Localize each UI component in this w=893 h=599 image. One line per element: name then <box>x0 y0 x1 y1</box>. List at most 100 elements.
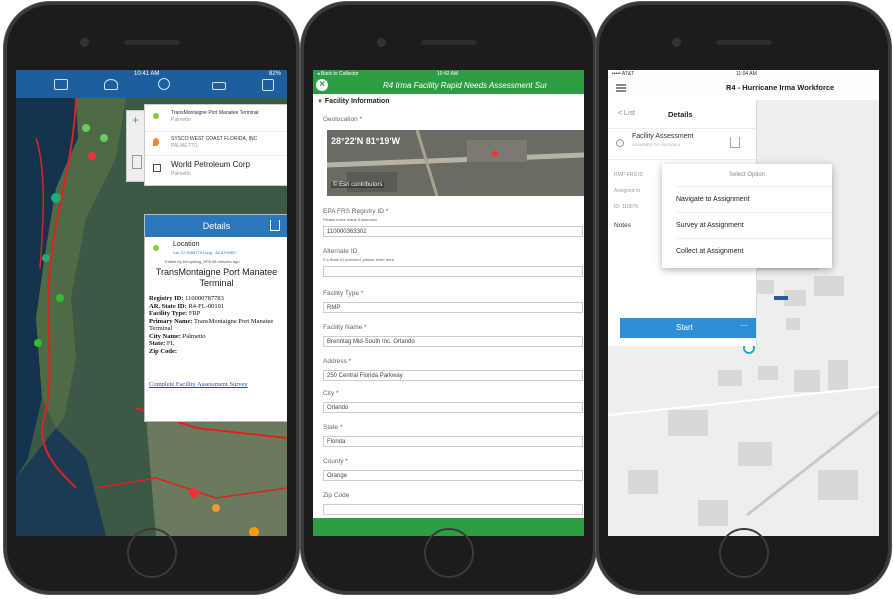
assignment-title: Facility Assessment <box>632 133 694 140</box>
field-label: State * <box>323 424 343 431</box>
share-icon[interactable] <box>270 220 280 231</box>
status-time: 10:41 AM <box>134 71 160 77</box>
location-coords[interactable]: Lat: 27.6068779 Long: -82.5709957 <box>173 250 237 255</box>
more-icon[interactable]: ⋯ <box>740 321 748 330</box>
zoom-in-icon[interactable]: + <box>132 113 139 127</box>
road <box>608 385 879 417</box>
map-toolbar: 10:41 AM 82% <box>16 70 287 98</box>
basemap-icon[interactable] <box>212 82 226 90</box>
app-title: R4 - Hurricane Irma Workforce <box>726 83 835 92</box>
field-label: EPA FRS Registry ID * <box>323 208 389 215</box>
screen: ••••• AT&T 11:04 AM R4 - Hurricane Irma … <box>608 70 879 536</box>
home-button[interactable] <box>126 528 177 578</box>
geolocation-map[interactable]: 28°22'N 81°19'W © Esri contributors <box>326 129 584 197</box>
facility-name: TransMontaigne Port Manatee Terminal <box>155 267 278 288</box>
field-hint: If a State ID provided, please enter her… <box>323 257 394 262</box>
status-carrier: ••••• AT&T <box>612 71 635 77</box>
result-subtitle: Palmetto <box>171 117 191 123</box>
field-label: Address * <box>323 358 352 365</box>
select-option-menu: Select Option Navigate to Assignment Sur… <box>662 164 832 268</box>
speaker <box>715 40 772 45</box>
field-label: City * <box>323 390 339 397</box>
map-book-icon[interactable] <box>54 79 68 90</box>
result-item[interactable]: World Petroleum Corp Palmetto <box>145 155 287 182</box>
details-title: Details <box>668 110 693 119</box>
alternate-id-input[interactable] <box>323 266 583 277</box>
assignment-marker[interactable] <box>774 296 788 300</box>
edit-info: Edited by bill.spiking_EPA 58 minutes ag… <box>165 259 240 264</box>
collapse-icon: ▼ <box>317 99 323 105</box>
home-button[interactable] <box>423 528 474 578</box>
camera <box>376 38 386 47</box>
field-label: ID: 110079 <box>614 204 639 210</box>
location-label: Location <box>173 241 200 248</box>
status-time: 10:42 AM <box>437 71 459 77</box>
address-input[interactable]: 250 Central Florida Parkway <box>323 370 583 381</box>
assignment-item[interactable]: Facility Assessment ASSIGNED TO: REGION … <box>608 128 756 160</box>
result-item[interactable]: TransMontaigne Port Manatee Terminal Pal… <box>145 107 287 131</box>
status-battery: 82% <box>268 71 281 77</box>
facility-marker-icon <box>153 138 159 146</box>
facility-type-input[interactable]: RMP <box>323 302 583 313</box>
section-title: Facility Information <box>324 98 390 105</box>
start-button[interactable]: Start ⋯ <box>620 318 756 338</box>
notes-label: Notes <box>614 222 631 229</box>
survey-link[interactable]: Complete Facility Assessment Survey <box>149 381 248 388</box>
collect-option[interactable]: Collect at Assignment <box>676 238 832 265</box>
registry-id-input[interactable]: 110000363302 <box>323 226 583 237</box>
facility-name-input[interactable]: Brenntag Mid-South Inc. Orlando <box>323 336 583 347</box>
result-title: SYSCO WEST COAST FLORIDA, INC <box>171 136 258 142</box>
back-to-collector-link[interactable]: ◂ Back to Collector <box>317 71 359 77</box>
menu-icon[interactable] <box>616 84 626 86</box>
result-title: World Petroleum Corp <box>171 160 250 169</box>
county-input[interactable]: Orange <box>323 470 583 481</box>
field-label: Facility Type * <box>323 290 364 297</box>
field-label: Alternate ID <box>323 248 358 255</box>
screen: ◂ Back to Collector 10:42 AM × R4 Irma F… <box>313 70 584 536</box>
bookmark-icon[interactable] <box>132 155 142 169</box>
attr-row: City Name: Palmetto <box>149 332 206 340</box>
phone-collector-map: 10:41 AM 82% + TransMontaigne Port Manat… <box>4 2 299 594</box>
speaker <box>123 40 180 45</box>
assignment-icon <box>616 139 624 147</box>
map-attribution: © Esri contributors <box>331 182 385 188</box>
attribute-list: Registry ID: 110000787783 AR. State ID: … <box>149 295 281 355</box>
result-item[interactable]: SYSCO WEST COAST FLORIDA, INC PALMETTO <box>145 131 287 156</box>
details-title: Details <box>202 221 231 231</box>
close-icon[interactable]: × <box>316 79 328 91</box>
survey-option[interactable]: Survey at Assignment <box>676 212 832 239</box>
facility-marker-icon <box>153 164 161 172</box>
location-icon <box>153 245 159 251</box>
details-header: Details <box>145 215 287 237</box>
zip-code-input[interactable] <box>323 504 583 515</box>
home-button[interactable] <box>718 528 769 578</box>
navigate-option[interactable]: Navigate to Assignment <box>676 186 832 213</box>
list-back-button[interactable]: < List <box>618 110 635 117</box>
layers-icon[interactable] <box>104 79 118 90</box>
survey-header: ◂ Back to Collector 10:42 AM × R4 Irma F… <box>313 70 584 94</box>
field-label: County * <box>323 458 348 465</box>
survey-title: R4 Irma Facility Rapid Needs Assessment … <box>383 81 548 90</box>
result-title: TransMontaigne Port Manatee Terminal <box>171 110 259 116</box>
camera <box>79 38 89 47</box>
speaker <box>420 40 477 45</box>
grid-icon[interactable] <box>262 79 274 91</box>
attr-row: Facility Type: FRP <box>149 310 201 317</box>
details-panel: Details Location Lat: 27.6068779 Long: -… <box>144 214 287 422</box>
camera <box>671 38 681 47</box>
section-header[interactable]: ▼ Facility Information <box>317 98 389 105</box>
geolocation-coords: 28°22'N 81°19'W <box>331 136 401 146</box>
share-icon[interactable] <box>730 137 740 148</box>
identify-results-list: TransMontaigne Port Manatee Terminal Pal… <box>144 104 287 186</box>
search-icon[interactable] <box>158 78 170 90</box>
state-input[interactable]: Florida <box>323 436 583 447</box>
field-hint: Please leave blank if unknown <box>323 217 377 222</box>
attr-row: State: FL <box>149 340 175 347</box>
app-header: ••••• AT&T 11:04 AM R4 - Hurricane Irma … <box>608 70 879 100</box>
attr-row: AR. State ID: R4-FL-00191 <box>149 302 225 310</box>
attr-row: Primary Name: TransMontaigne Port Manate… <box>149 317 274 333</box>
assignment-subtitle: ASSIGNED TO: REGION 4 <box>632 142 681 147</box>
result-subtitle: Palmetto <box>171 171 191 177</box>
city-input[interactable]: Orlando <box>323 402 583 413</box>
phone-workforce: ••••• AT&T 11:04 AM R4 - Hurricane Irma … <box>596 2 891 594</box>
